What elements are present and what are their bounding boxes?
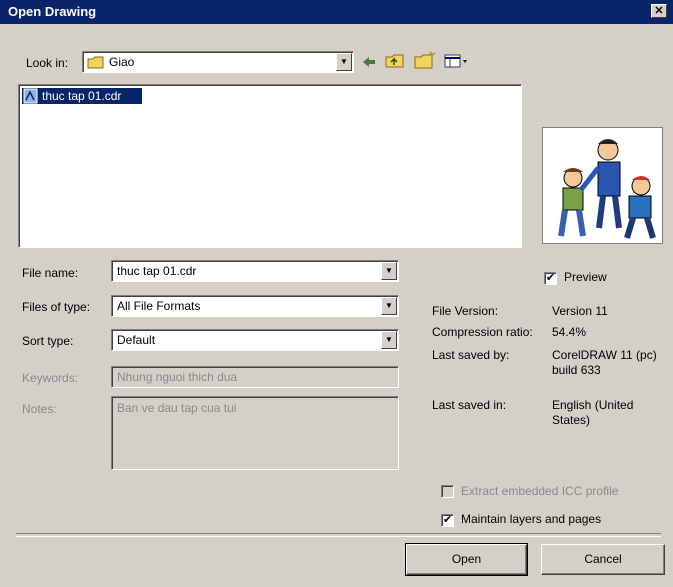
files-of-type-dropdown[interactable]: All File Formats ▼ [111, 295, 399, 317]
file-item-label: thuc tap 01.cdr [42, 89, 122, 103]
chevron-down-icon: ▼ [336, 53, 352, 71]
last-saved-by-label: Last saved by: [432, 348, 510, 362]
compression-ratio-value: 54.4% [552, 325, 587, 339]
file-list[interactable]: thuc tap 01.cdr [18, 84, 522, 248]
chevron-down-icon[interactable]: ▼ [381, 297, 397, 315]
file-name-label: File name: [22, 266, 79, 280]
keywords-field: Nhung nguoi thich dua [111, 366, 399, 388]
sort-type-dropdown[interactable]: Default ▼ [111, 329, 399, 351]
notes-value: Ban ve dau tap cua tui [117, 401, 237, 415]
maintain-layers-checkbox[interactable]: ✔ [441, 514, 454, 527]
up-folder-icon[interactable] [385, 53, 405, 69]
cartoon-people-illustration [558, 139, 656, 239]
preview-image [542, 127, 663, 244]
extract-icc-checkbox [441, 485, 454, 498]
new-folder-icon[interactable] [414, 51, 436, 69]
files-of-type-value: All File Formats [117, 299, 201, 313]
title-bar [0, 0, 673, 24]
look-in-label: Look in: [26, 56, 69, 70]
keywords-label: Keywords: [22, 371, 79, 385]
look-in-dropdown[interactable]: Giao ▼ [82, 51, 354, 73]
files-of-type-label: Files of type: [22, 300, 91, 314]
keywords-value: Nhung nguoi thich dua [117, 370, 238, 384]
notes-label: Notes: [22, 402, 57, 416]
last-saved-by-value: CorelDRAW 11 (pc) build 633 [552, 348, 657, 377]
file-name-field[interactable]: thuc tap 01.cdr ▼ [111, 260, 399, 282]
chevron-down-icon[interactable]: ▼ [381, 262, 397, 280]
file-version-label: File Version: [432, 304, 499, 318]
last-saved-in-value: English (United States) [552, 398, 634, 427]
open-button[interactable]: Open [405, 543, 528, 576]
view-menu-icon[interactable] [444, 53, 470, 69]
coreldraw-file-icon [23, 88, 38, 104]
folder-icon [87, 56, 104, 69]
preview-checkbox[interactable]: ✔ [544, 272, 557, 285]
notes-field: Ban ve dau tap cua tui [111, 396, 399, 470]
close-button[interactable]: ✕ [651, 4, 667, 18]
compression-ratio-label: Compression ratio: [432, 325, 533, 339]
file-version-value: Version 11 [552, 304, 608, 318]
list-item[interactable]: thuc tap 01.cdr [22, 88, 142, 104]
cancel-button[interactable]: Cancel [541, 544, 665, 575]
sort-type-label: Sort type: [22, 334, 74, 348]
separator [16, 533, 661, 537]
look-in-value: Giao [109, 55, 135, 69]
sort-type-value: Default [117, 333, 156, 347]
preview-label: Preview [564, 270, 607, 284]
back-arrow-icon[interactable] [361, 55, 377, 69]
chevron-down-icon[interactable]: ▼ [381, 331, 397, 349]
maintain-layers-label: Maintain layers and pages [461, 512, 602, 526]
extract-icc-label: Extract embedded ICC profile [461, 484, 619, 498]
last-saved-in-label: Last saved in: [432, 398, 507, 412]
window-title: Open Drawing [8, 4, 97, 19]
file-name-value: thuc tap 01.cdr [117, 264, 197, 278]
